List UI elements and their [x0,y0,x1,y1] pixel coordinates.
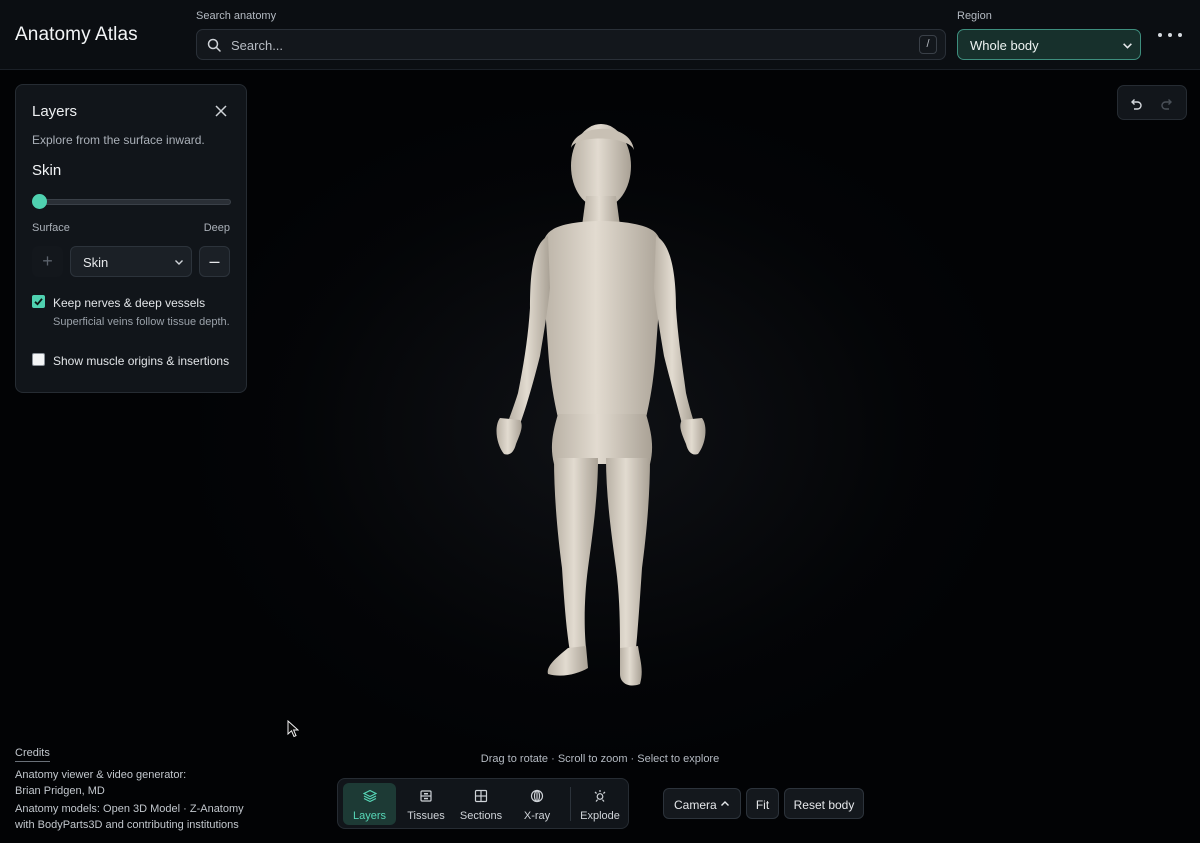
toolbar-divider [570,787,571,821]
credit-line: Anatomy viewer & video generator: [15,769,187,781]
fit-button-label: Fit [755,798,770,812]
layer-select-value: Skin [83,255,109,270]
layers-panel-title: Layers [32,103,78,120]
layers-icon [362,789,377,803]
tool-layers[interactable]: Layers [343,783,396,825]
camera-button[interactable]: Camera [663,788,741,819]
region-select[interactable]: Whole body [957,29,1141,60]
search-icon [207,38,221,52]
credit-line: Anatomy models: Open 3D Model · Z-Anatom… [15,803,244,815]
layers-panel: Layers Explore from the surface inward. … [15,84,247,393]
region-select-value: Whole body [970,38,1039,53]
tool-label: Tissues [407,810,445,822]
tool-label: Explode [580,810,620,822]
tool-xray[interactable]: X-ray [511,783,563,825]
region-label: Region [957,10,992,22]
layers-panel-description: Explore from the surface inward. [32,133,205,147]
more-options-button[interactable] [1158,33,1182,41]
keep-nerves-help: Superficial veins follow tissue depth. [53,316,230,328]
show-origins-checkbox[interactable] [32,353,45,366]
tool-sections[interactable]: Sections [455,783,507,825]
more-dot-icon [1168,33,1172,37]
keep-nerves-label: Keep nerves & deep vessels [53,296,206,310]
tool-label: Layers [352,810,387,822]
tool-tissues[interactable]: Tissues [400,783,452,825]
credit-line: Brian Pridgen, MD [15,785,105,797]
chevron-down-icon [1123,43,1132,49]
show-origins-label: Show muscle origins & insertions [53,354,230,368]
chevron-down-icon [175,260,183,265]
app-title: Anatomy Atlas [15,24,138,45]
more-dot-icon [1158,33,1162,37]
depth-slider-track[interactable] [34,199,231,205]
mouse-cursor-icon [287,720,299,738]
search-box[interactable]: / [196,29,946,60]
camera-button-label: Camera [674,798,717,812]
interaction-hint: Drag to rotate · Scroll to zoom · Select… [480,753,720,765]
depth-slider-thumb[interactable] [32,194,47,209]
search-label: Search anatomy [196,10,277,22]
body-model[interactable] [470,118,720,698]
tool-label: Sections [459,810,503,822]
tool-label: X-ray [523,810,551,822]
close-icon[interactable] [214,104,228,118]
remove-layer-button[interactable]: – [199,246,230,277]
depth-min-label: Surface [32,222,70,234]
current-layer-name: Skin [32,162,62,179]
tool-explode[interactable]: Explode [574,783,626,825]
depth-max-label: Deep [203,222,230,234]
keep-nerves-checkbox[interactable] [32,295,45,308]
fit-button[interactable]: Fit [746,788,779,819]
reset-body-button[interactable]: Reset body [784,788,864,819]
layer-select[interactable]: Skin [70,246,192,277]
more-dot-icon [1178,33,1182,37]
search-input[interactable] [229,34,909,56]
tissues-icon [420,790,432,802]
chevron-up-icon [721,801,729,806]
redo-icon[interactable] [1160,96,1175,111]
mode-toolbar: Layers Tissues Sections X-ray Explode [337,778,629,829]
top-bar: Anatomy Atlas Search anatomy / Region Wh… [0,0,1200,70]
undo-icon[interactable] [1128,96,1143,111]
xray-icon [530,789,544,803]
explode-icon [594,790,606,802]
reset-body-button-label: Reset body [793,798,855,812]
add-layer-button[interactable]: + [32,246,63,277]
credit-line: with BodyParts3D and contributing instit… [15,819,239,831]
sections-icon [474,789,488,803]
history-controls [1117,85,1187,120]
search-shortcut-badge: / [919,35,937,54]
